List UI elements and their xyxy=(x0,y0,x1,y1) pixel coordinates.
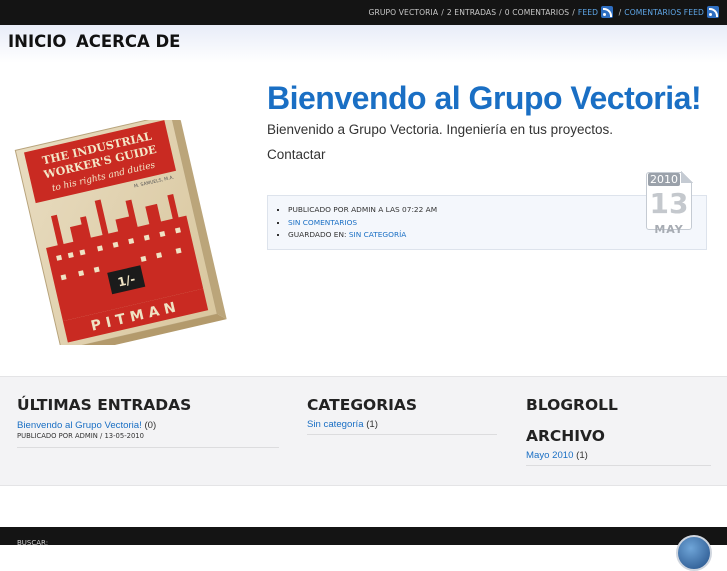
post-title[interactable]: Bienvendo al Grupo Vectoria! xyxy=(267,80,702,117)
globe-icon[interactable] xyxy=(676,535,712,571)
categories-title: CATEGORIAS xyxy=(307,396,418,414)
entries-count: 2 ENTRADAS xyxy=(446,7,497,17)
category-link[interactable]: Sin categoría xyxy=(307,419,364,430)
site-name: GRUPO VECTORIA xyxy=(368,7,439,17)
post-contact: Contactar xyxy=(267,147,326,162)
meta-published: PUBLICADO POR ADMIN A LAS 07:22 AM xyxy=(288,205,437,214)
search-label: BUSCAR: xyxy=(17,539,49,547)
post-meta: PUBLICADO POR ADMIN A LAS 07:22 AM SIN C… xyxy=(267,195,707,250)
meta-saved-label: GUARDADO EN: xyxy=(288,230,347,239)
recent-post-count: (0) xyxy=(144,420,157,431)
widget-area: ÚLTIMAS ENTRADAS Bienvendo al Grupo Vect… xyxy=(0,376,727,486)
recent-post-meta: PUBLICADO POR ADMIN / 13-05-2010 xyxy=(17,432,144,440)
date-badge: 2010 13 MAY xyxy=(646,171,693,236)
divider xyxy=(307,434,497,435)
archive-title: ARCHIVO xyxy=(526,427,605,445)
site-stats: GRUPO VECTORIA / 2 ENTRADAS / 0 COMENTAR… xyxy=(368,6,719,18)
archive-link[interactable]: Mayo 2010 xyxy=(526,450,573,461)
main-nav: INICIO ACERCA DE xyxy=(0,25,727,63)
top-bar: GRUPO VECTORIA / 2 ENTRADAS / 0 COMENTAR… xyxy=(0,0,727,25)
blogroll-title: BLOGROLL xyxy=(526,396,618,414)
feed-link[interactable]: FEED xyxy=(578,8,598,17)
divider xyxy=(17,447,279,448)
date-day: 13 xyxy=(649,187,689,220)
divider xyxy=(526,465,711,466)
recent-posts-title: ÚLTIMAS ENTRADAS xyxy=(17,396,192,414)
nav-item-inicio[interactable]: INICIO xyxy=(8,32,66,51)
meta-comments-link[interactable]: SIN COMENTARIOS xyxy=(288,218,357,227)
nav-item-acerca-de[interactable]: ACERCA DE xyxy=(76,32,180,51)
meta-category-link[interactable]: SIN CATEGORÍA xyxy=(349,230,407,239)
date-month: MAY xyxy=(654,223,684,236)
header-image: THE INDUSTRIAL WORKER'S GUIDE to his rig… xyxy=(14,113,249,356)
post-body: Bienvenido a Grupo Vectoria. Ingeniería … xyxy=(267,122,613,137)
date-year: 2010 xyxy=(648,173,680,186)
comments-feed-link[interactable]: COMENTARIOS FEED xyxy=(624,8,704,17)
footer: BUSCAR: xyxy=(0,527,727,571)
rss-icon[interactable] xyxy=(601,6,614,18)
archive-count: (1) xyxy=(576,450,588,461)
rss-icon[interactable] xyxy=(707,6,719,18)
comments-count: 0 COMENTARIOS xyxy=(504,7,570,17)
recent-post-link[interactable]: Bienvendo al Grupo Vectoria! xyxy=(17,420,142,431)
category-count: (1) xyxy=(366,419,378,430)
